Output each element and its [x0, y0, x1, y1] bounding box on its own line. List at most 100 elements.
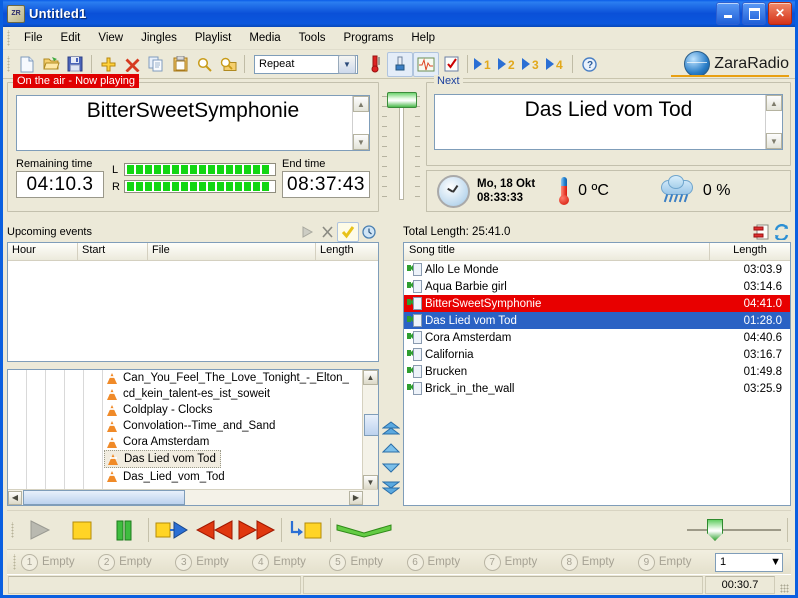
- scroll-down-icon[interactable]: ▼: [353, 134, 369, 150]
- cart-slot[interactable]: 6Empty: [407, 554, 484, 571]
- thermometer-icon[interactable]: [363, 53, 387, 76]
- delete-event-icon[interactable]: [317, 223, 337, 241]
- help-icon[interactable]: ?: [577, 53, 601, 76]
- tree-vertical-scrollbar[interactable]: ▲ ▼: [362, 370, 378, 505]
- menu-view[interactable]: View: [89, 29, 132, 47]
- tree-item[interactable]: Das_Lied_vom_Tod: [104, 469, 378, 485]
- menu-jingles[interactable]: Jingles: [132, 29, 186, 47]
- close-button[interactable]: ✕: [768, 2, 792, 25]
- chevron-down-icon[interactable]: ▼: [338, 55, 356, 74]
- playlist-row[interactable]: California03:16.7: [404, 346, 790, 363]
- menu-edit[interactable]: Edit: [52, 29, 90, 47]
- tree-item[interactable]: Coldplay - Clocks: [104, 402, 378, 418]
- play-event-icon[interactable]: [297, 223, 317, 241]
- cart-slot[interactable]: 3Empty: [175, 554, 252, 571]
- move-down-icon[interactable]: [382, 461, 400, 474]
- move-up-icon[interactable]: [382, 441, 400, 454]
- file-tree-list[interactable]: Can_You_Feel_The_Love_Tonight_-_Elton_cd…: [104, 370, 378, 505]
- playlist-row[interactable]: Aqua Barbie girl03:14.6: [404, 278, 790, 295]
- play4-icon[interactable]: 4: [544, 53, 568, 76]
- search-icon[interactable]: [192, 53, 216, 76]
- next-scrollbar[interactable]: ▲ ▼: [765, 95, 782, 149]
- play2-icon[interactable]: 2: [496, 53, 520, 76]
- menu-file[interactable]: File: [15, 29, 52, 47]
- cart-slot[interactable]: 8Empty: [561, 554, 638, 571]
- playlist-table[interactable]: Song title Length Allo Le Monde03:03.9Aq…: [403, 242, 791, 506]
- menu-media[interactable]: Media: [240, 29, 289, 47]
- playlist-row[interactable]: Cora Amsterdam04:40.6: [404, 329, 790, 346]
- check-event-icon[interactable]: [337, 222, 359, 242]
- toolbar-grip[interactable]: [5, 56, 12, 72]
- eject-button[interactable]: [285, 515, 327, 545]
- tree-scroll-thumb[interactable]: [364, 414, 379, 436]
- playback-mode-combo[interactable]: Repeat ▼: [254, 55, 358, 74]
- level-icon[interactable]: [387, 52, 413, 77]
- insert-marker-icon[interactable]: [751, 223, 771, 241]
- clock-event-icon[interactable]: [359, 223, 379, 241]
- play1-icon[interactable]: 1: [472, 53, 496, 76]
- volume-thumb[interactable]: [707, 519, 723, 541]
- scroll-down-icon[interactable]: ▼: [363, 475, 378, 490]
- tree-item[interactable]: Can_You_Feel_The_Love_Tonight_-_Elton_: [104, 370, 378, 386]
- cart-grip[interactable]: [11, 554, 18, 570]
- playlist-row[interactable]: BitterSweetSymphonie04:41.0: [404, 295, 790, 312]
- stop-and-play-next-button[interactable]: [152, 515, 194, 545]
- tree-item[interactable]: Cora Amsterdam: [104, 434, 378, 450]
- scroll-down-icon[interactable]: ▼: [766, 133, 782, 149]
- menu-grip[interactable]: [5, 30, 12, 46]
- next-song-box[interactable]: Das Lied vom Tod ▲ ▼: [434, 94, 783, 150]
- rewind-button[interactable]: [194, 515, 236, 545]
- events-col-length[interactable]: Length: [316, 243, 378, 260]
- refresh-icon[interactable]: [771, 223, 791, 241]
- playlist-col-length[interactable]: Length: [710, 243, 790, 260]
- scroll-up-icon[interactable]: ▲: [353, 96, 369, 112]
- minimize-button[interactable]: [716, 2, 740, 25]
- menu-help[interactable]: Help: [402, 29, 444, 47]
- play3-icon[interactable]: 3: [520, 53, 544, 76]
- tree-item[interactable]: Convolation--Time_and_Sand: [104, 418, 378, 434]
- events-col-file[interactable]: File: [148, 243, 316, 260]
- playlist-col-title[interactable]: Song title: [404, 243, 710, 260]
- pause-button[interactable]: [103, 515, 145, 545]
- events-col-start[interactable]: Start: [78, 243, 148, 260]
- paste-icon[interactable]: [168, 53, 192, 76]
- cart-slot[interactable]: 5Empty: [329, 554, 406, 571]
- fade-button[interactable]: [334, 515, 394, 545]
- transport-grip[interactable]: [9, 522, 16, 538]
- scroll-left-icon[interactable]: ◀: [8, 491, 22, 505]
- window-resize-grip[interactable]: [776, 575, 791, 595]
- tree-item[interactable]: Das Lied vom Tod: [104, 450, 221, 468]
- now-playing-box[interactable]: BitterSweetSymphonie ▲ ▼: [16, 95, 370, 151]
- chevron-down-icon[interactable]: ▼: [770, 556, 781, 568]
- search-folder-icon[interactable]: [216, 53, 240, 76]
- new-file-icon[interactable]: [15, 53, 39, 76]
- move-top-icon[interactable]: [382, 421, 400, 434]
- checklist-icon[interactable]: [439, 53, 463, 76]
- master-fader[interactable]: [379, 82, 423, 212]
- volume-slider[interactable]: [683, 517, 783, 541]
- delete-icon[interactable]: [120, 53, 144, 76]
- menu-programs[interactable]: Programs: [335, 29, 403, 47]
- events-col-hour[interactable]: Hour: [8, 243, 78, 260]
- move-bottom-icon[interactable]: [382, 481, 400, 494]
- play-button[interactable]: [19, 515, 61, 545]
- maximize-button[interactable]: [742, 2, 766, 25]
- scroll-up-icon[interactable]: ▲: [766, 95, 782, 111]
- menu-tools[interactable]: Tools: [290, 29, 335, 47]
- tree-item[interactable]: cd_kein_talent-es_ist_soweit: [104, 386, 378, 402]
- file-tree-panel[interactable]: Can_You_Feel_The_Love_Tonight_-_Elton_cd…: [7, 369, 379, 506]
- cart-bank-combo[interactable]: 1 ▼: [715, 553, 783, 572]
- playlist-row[interactable]: Brick_in_the_wall03:25.9: [404, 380, 790, 397]
- playlist-row[interactable]: Das Lied vom Tod01:28.0: [404, 312, 790, 329]
- scroll-up-icon[interactable]: ▲: [363, 370, 378, 385]
- now-playing-scrollbar[interactable]: ▲ ▼: [352, 96, 369, 150]
- cart-slot[interactable]: 2Empty: [98, 554, 175, 571]
- open-folder-icon[interactable]: [39, 53, 63, 76]
- scroll-right-icon[interactable]: ▶: [349, 491, 363, 505]
- fast-forward-button[interactable]: [236, 515, 278, 545]
- playlist-row[interactable]: Allo Le Monde03:03.9: [404, 261, 790, 278]
- upcoming-events-table[interactable]: Hour Start File Length: [7, 242, 379, 362]
- save-icon[interactable]: [63, 53, 87, 76]
- cart-slot[interactable]: 1Empty: [21, 554, 98, 571]
- cart-slot[interactable]: 7Empty: [484, 554, 561, 571]
